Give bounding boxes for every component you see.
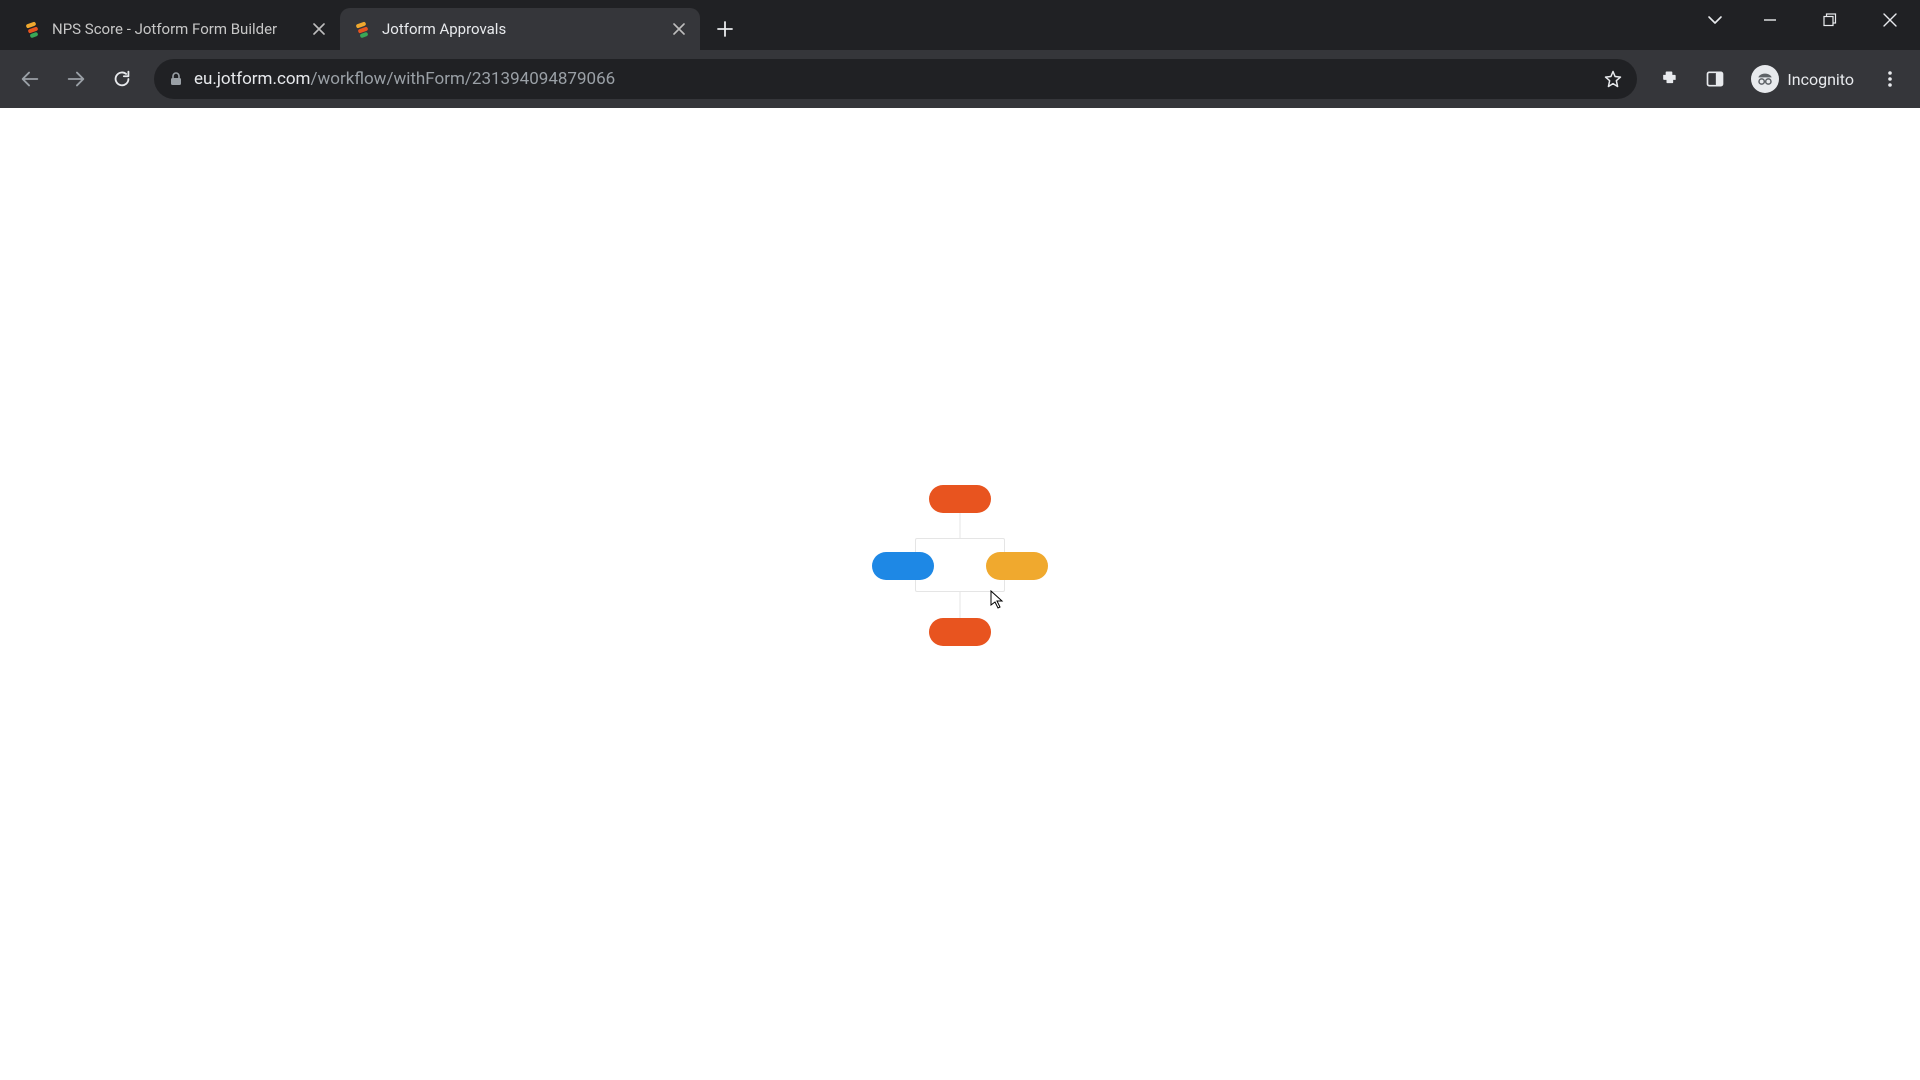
close-icon[interactable] bbox=[310, 20, 328, 38]
jotform-favicon-icon bbox=[24, 20, 42, 38]
jotform-favicon-icon bbox=[354, 20, 372, 38]
tab-jotform-approvals[interactable]: Jotform Approvals bbox=[340, 8, 700, 50]
loader-pill-orange-icon bbox=[929, 485, 991, 513]
forward-button[interactable] bbox=[56, 59, 96, 99]
back-button[interactable] bbox=[10, 59, 50, 99]
approvals-loading-spinner bbox=[880, 485, 1040, 645]
loader-pill-blue-icon bbox=[872, 552, 934, 580]
loader-pill-yellow-icon bbox=[986, 552, 1048, 580]
browser-toolbar: eu.jotform.com/workflow/withForm/2313940… bbox=[0, 50, 1920, 108]
window-controls bbox=[1690, 0, 1920, 40]
incognito-icon bbox=[1751, 65, 1779, 93]
browser-chrome: NPS Score - Jotform Form Builder Jotform… bbox=[0, 0, 1920, 108]
profile-incognito-button[interactable]: Incognito bbox=[1741, 61, 1864, 97]
close-icon[interactable] bbox=[670, 20, 688, 38]
menu-button[interactable] bbox=[1870, 59, 1910, 99]
url-host: eu.jotform.com bbox=[194, 69, 310, 89]
address-bar[interactable]: eu.jotform.com/workflow/withForm/2313940… bbox=[154, 59, 1637, 99]
close-window-button[interactable] bbox=[1860, 0, 1920, 40]
loader-connector-line bbox=[960, 592, 961, 621]
extensions-button[interactable] bbox=[1649, 59, 1689, 99]
incognito-label: Incognito bbox=[1787, 70, 1854, 89]
url-path: /workflow/withForm/231394094879066 bbox=[310, 69, 615, 89]
tab-search-button[interactable] bbox=[1690, 0, 1740, 40]
tab-strip: NPS Score - Jotform Form Builder Jotform… bbox=[0, 0, 1920, 50]
new-tab-button[interactable] bbox=[708, 12, 742, 46]
tab-nps-score[interactable]: NPS Score - Jotform Form Builder bbox=[10, 8, 340, 50]
tab-title: NPS Score - Jotform Form Builder bbox=[52, 20, 300, 38]
maximize-button[interactable] bbox=[1800, 0, 1860, 40]
loader-connector-line bbox=[960, 510, 961, 539]
reload-button[interactable] bbox=[102, 59, 142, 99]
tab-title: Jotform Approvals bbox=[382, 20, 660, 38]
lock-icon[interactable] bbox=[168, 71, 184, 87]
page-viewport bbox=[0, 108, 1920, 1080]
minimize-button[interactable] bbox=[1740, 0, 1800, 40]
loader-pill-orange-icon bbox=[929, 618, 991, 646]
url-text: eu.jotform.com/workflow/withForm/2313940… bbox=[194, 69, 615, 89]
side-panel-button[interactable] bbox=[1695, 59, 1735, 99]
bookmark-star-icon[interactable] bbox=[1603, 69, 1623, 89]
